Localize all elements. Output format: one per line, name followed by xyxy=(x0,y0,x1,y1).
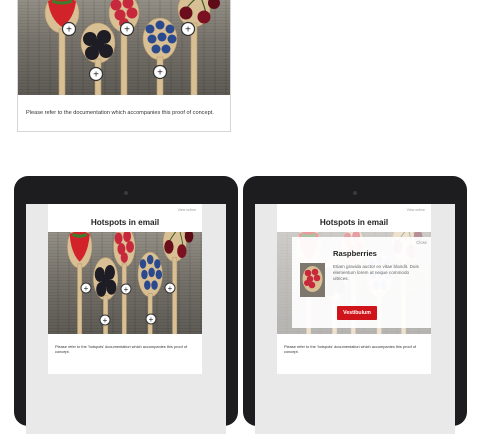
popup-title: Raspberries xyxy=(333,249,377,258)
hotspot-icon[interactable]: + xyxy=(61,21,77,37)
hotspots-documentation-note: Please refer to the 'hotspots' documenta… xyxy=(284,344,417,355)
hotspot-icon[interactable]: + xyxy=(88,66,104,82)
hotspots-documentation-note: Please refer to the 'hotspots' documenta… xyxy=(55,344,188,355)
raspberries-thumbnail xyxy=(300,263,325,297)
tablet-device-right: View online Hotspots in email Close Rasp… xyxy=(243,176,467,434)
svg-text:+: + xyxy=(66,25,72,36)
berries-photo: Close Raspberries Etiam gravida auctor e… xyxy=(277,232,431,334)
email-preview-card: + + + + + Please refer to the documentat… xyxy=(17,0,231,132)
email-title: Hotspots in email xyxy=(90,218,160,227)
svg-text:+: + xyxy=(124,25,130,36)
berries-photo: + + + + + xyxy=(48,232,202,334)
hotspot-icon[interactable]: + xyxy=(99,314,111,326)
hotspot-icon[interactable]: + xyxy=(145,313,157,325)
hotspot-icon[interactable]: + xyxy=(120,283,132,295)
tablet-screen: View online Hotspots in email Close Rasp… xyxy=(255,204,455,434)
hotspot-popup: Close Raspberries Etiam gravida auctor e… xyxy=(292,237,431,328)
documentation-note: Please refer to the documentation which … xyxy=(26,110,214,116)
tablet-device-left: View online Hotspots in email + + + + + … xyxy=(14,176,238,434)
svg-text:+: + xyxy=(157,68,163,79)
svg-text:+: + xyxy=(124,285,129,294)
tablet-screen: View online Hotspots in email + + + + + … xyxy=(26,204,226,434)
svg-text:+: + xyxy=(93,70,99,81)
hotspot-icon[interactable]: + xyxy=(180,21,196,37)
camera-icon xyxy=(353,191,357,195)
vestibulum-button[interactable]: Vestibulum xyxy=(337,306,377,320)
view-online-link[interactable]: View online xyxy=(407,208,425,212)
email-title: Hotspots in email xyxy=(319,218,389,227)
email-body: View online Hotspots in email Close Rasp… xyxy=(277,204,431,374)
hotspot-icon[interactable]: + xyxy=(164,282,176,294)
svg-text:+: + xyxy=(149,315,154,324)
popup-description: Etiam gravida auctor ex vitae blandit. D… xyxy=(333,264,419,281)
hotspot-icon[interactable]: + xyxy=(80,282,92,294)
popup-close-button[interactable]: Close xyxy=(416,240,427,245)
svg-text:+: + xyxy=(84,284,89,293)
berries-photo: + + + + + xyxy=(18,0,230,95)
email-body: View online Hotspots in email + + + + + … xyxy=(48,204,202,374)
svg-text:+: + xyxy=(185,25,191,36)
view-online-link[interactable]: View online xyxy=(178,208,196,212)
camera-icon xyxy=(124,191,128,195)
hotspot-icon[interactable]: + xyxy=(119,21,135,37)
svg-text:+: + xyxy=(168,284,173,293)
hotspot-icon[interactable]: + xyxy=(152,64,168,80)
svg-text:+: + xyxy=(103,316,108,325)
